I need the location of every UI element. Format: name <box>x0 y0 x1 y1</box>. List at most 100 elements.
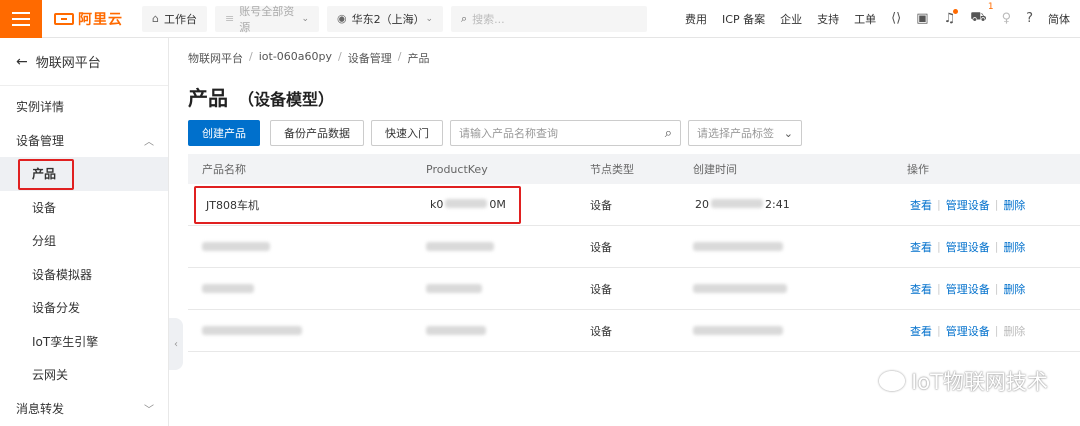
region-selector[interactable]: ◉ 华东2（上海） ⌄ <box>326 5 443 32</box>
sidebar-item-cloud-gateway[interactable]: 云网关 <box>0 358 168 392</box>
column-header: 操作 <box>907 163 929 176</box>
create-product-button[interactable]: 创建产品 <box>188 120 260 146</box>
help-icon[interactable]: ? <box>1026 11 1033 26</box>
top-bar: 阿里云 ⌂ 工作台 ≡ 账号全部资源 ⌄ ◉ 华东2（上海） ⌄ ⌕ 搜索...… <box>0 0 1080 38</box>
billing-link[interactable]: 费用 <box>685 11 707 27</box>
row-actions: 查看 | 管理设备 | 删除 <box>910 239 1026 255</box>
redacted-text <box>202 284 254 293</box>
redacted-text <box>445 199 488 208</box>
aliyun-logo-icon <box>54 12 74 25</box>
aliyun-logo[interactable]: 阿里云 <box>54 9 134 29</box>
redacted-text <box>202 242 270 251</box>
enterprise-link[interactable]: 企业 <box>780 11 802 27</box>
breadcrumb-item[interactable]: 设备管理 <box>348 50 392 66</box>
chevron-left-icon: ‹ <box>174 338 178 350</box>
sidebar: ← 物联网平台 实例详情 设备管理 ︿ 产品 设备 分组 设备模拟器 设备分发 … <box>0 38 169 426</box>
hamburger-menu-button[interactable] <box>0 0 42 38</box>
redacted-text <box>426 326 486 335</box>
breadcrumb-item: 产品 <box>407 52 430 65</box>
redacted-text <box>426 284 482 293</box>
watermark: IoT物联网技术 <box>879 366 1048 396</box>
view-link[interactable]: 查看 <box>910 197 932 213</box>
view-link[interactable]: 查看 <box>910 239 932 255</box>
delete-link[interactable]: 删除 <box>1003 281 1025 297</box>
product-search-input[interactable]: 请输入产品名称查询 ⌕ <box>450 120 681 146</box>
chevron-down-icon: ﹀ <box>144 404 154 416</box>
workbench-button[interactable]: ⌂ 工作台 <box>142 5 207 32</box>
table-row: 设备 查看 | 管理设备 | 删除 <box>188 310 1080 352</box>
node-type: 设备 <box>590 282 612 296</box>
chevron-down-icon: ⌄ <box>783 126 793 140</box>
delete-link: 删除 <box>1003 324 1026 338</box>
redacted-text <box>202 326 302 335</box>
node-type: 设备 <box>590 198 612 212</box>
account-resources-dropdown[interactable]: ≡ 账号全部资源 ⌄ <box>214 5 319 34</box>
language-switch[interactable]: 简体 <box>1048 11 1070 27</box>
notification-dot <box>953 9 959 14</box>
list-icon: ≡ <box>224 12 235 25</box>
row-actions: 查看 | 管理设备 | 删除 <box>910 323 1026 339</box>
back-to-iot-platform[interactable]: ← 物联网平台 <box>0 38 168 86</box>
manage-devices-link[interactable]: 管理设备 <box>946 197 990 213</box>
table-row: 设备 查看 | 管理设备 | 删除 <box>188 226 1080 268</box>
manage-devices-link[interactable]: 管理设备 <box>946 239 990 255</box>
sidebar-item-device-management[interactable]: 设备管理 ︿ <box>0 124 168 158</box>
products-table: 产品名称 ProductKey 节点类型 创建时间 操作 JT808车机 k0 0… <box>188 154 1080 352</box>
redacted-text <box>693 284 787 293</box>
breadcrumb: 物联网平台 / iot-060a60py / 设备管理 / 产品 <box>188 50 430 66</box>
terminal-icon[interactable]: ▣ <box>916 11 928 26</box>
breadcrumb-item[interactable]: iot-060a60py <box>259 50 332 66</box>
sidebar-collapse-handle[interactable]: ‹ <box>169 318 183 370</box>
redacted-text <box>426 242 494 251</box>
row-actions: 查看 | 管理设备 | 删除 <box>910 197 1026 213</box>
icp-link[interactable]: ICP 备案 <box>722 11 765 27</box>
created-time: 20 2:41 <box>695 198 790 211</box>
cart-count: 1 <box>987 2 994 12</box>
lightbulb-icon[interactable]: ♀ <box>1002 11 1012 26</box>
node-type: 设备 <box>590 324 612 338</box>
quick-start-button[interactable]: 快速入门 <box>371 120 443 146</box>
view-link[interactable]: 查看 <box>910 281 932 297</box>
arrow-left-icon: ← <box>16 53 28 70</box>
column-header: 节点类型 <box>590 163 634 176</box>
sidebar-item-instance-details[interactable]: 实例详情 <box>0 90 168 124</box>
chevron-down-icon: ⌄ <box>301 13 309 24</box>
cart-icon[interactable]: ⛟ 1 <box>970 2 993 27</box>
delete-link[interactable]: 删除 <box>1003 197 1025 213</box>
search-icon[interactable]: ⌕ <box>665 126 672 141</box>
sidebar-item-message-forwarding[interactable]: 消息转发 ﹀ <box>0 392 168 426</box>
view-link[interactable]: 查看 <box>910 323 932 339</box>
breadcrumb-item[interactable]: 物联网平台 <box>188 50 243 66</box>
manage-devices-link[interactable]: 管理设备 <box>946 281 990 297</box>
code-icon[interactable]: ⟨⟩ <box>891 11 901 26</box>
wechat-icon <box>879 371 906 391</box>
sidebar-item-device-simulator[interactable]: 设备模拟器 <box>0 258 168 292</box>
ticket-link[interactable]: 工单 <box>854 11 876 27</box>
highlight-box <box>18 159 74 190</box>
column-header: 创建时间 <box>693 163 737 176</box>
sidebar-item-iot-twin-engine[interactable]: IoT孪生引擎 <box>0 325 168 359</box>
page-title: 产品 （设备模型） <box>188 86 335 110</box>
product-tag-select[interactable]: 请选择产品标签 ⌄ <box>688 120 802 146</box>
product-key: k0 0M <box>430 198 506 211</box>
sidebar-item-devices[interactable]: 设备 <box>0 191 168 225</box>
bell-icon[interactable]: ♫ <box>944 9 959 26</box>
table-row: 设备 查看 | 管理设备 | 删除 <box>188 268 1080 310</box>
node-type: 设备 <box>590 240 612 254</box>
support-link[interactable]: 支持 <box>817 11 839 27</box>
page-subtitle: （设备模型） <box>238 90 335 109</box>
product-name: JT808车机 <box>206 198 259 212</box>
sidebar-item-products[interactable]: 产品 <box>0 157 168 191</box>
manage-devices-link[interactable]: 管理设备 <box>946 323 990 339</box>
table-header: 产品名称 ProductKey 节点类型 创建时间 操作 <box>188 154 1080 184</box>
toolbar: 创建产品 备份产品数据 快速入门 请输入产品名称查询 ⌕ 请选择产品标签 ⌄ <box>188 120 802 146</box>
sidebar-item-groups[interactable]: 分组 <box>0 224 168 258</box>
location-icon: ◉ <box>336 12 347 25</box>
delete-link[interactable]: 删除 <box>1003 239 1025 255</box>
sidebar-item-device-distribution[interactable]: 设备分发 <box>0 291 168 325</box>
top-right-nav: 费用 ICP 备案 企业 支持 工单 ⟨⟩ ▣ ♫ ⛟ 1 ♀ ? 简体 <box>685 2 1070 27</box>
redacted-text <box>711 199 763 208</box>
global-search-input[interactable]: ⌕ 搜索... <box>450 5 647 32</box>
chevron-down-icon: ⌄ <box>425 13 433 24</box>
backup-product-data-button[interactable]: 备份产品数据 <box>270 120 364 146</box>
